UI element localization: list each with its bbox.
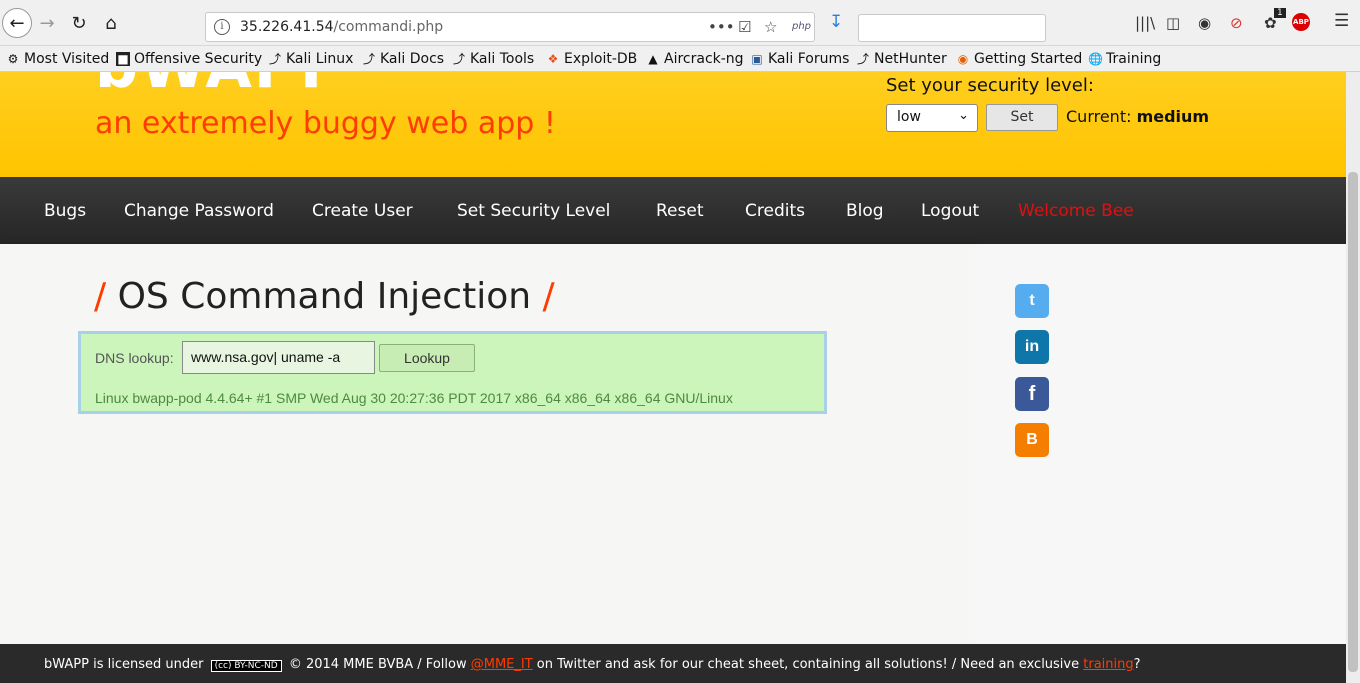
offsec-icon: ■ (116, 52, 130, 66)
notification-count: 1 (1274, 8, 1286, 18)
site-header: bWAPP an extremely buggy web app ! Set y… (0, 72, 1346, 177)
search-input[interactable] (858, 14, 1046, 42)
scrollbar[interactable] (1346, 72, 1360, 683)
lookup-button[interactable]: Lookup (379, 344, 475, 372)
main-content: / OS Command Injection / DNS lookup: www… (0, 244, 975, 644)
scrollbar-thumb[interactable] (1348, 172, 1358, 672)
pocket-icon[interactable]: ☑ (738, 18, 751, 36)
info-icon[interactable]: i (214, 19, 230, 35)
dns-lookup-form: DNS lookup: www.nsa.gov| uname -a Lookup… (78, 331, 827, 414)
bookmark-most-visited[interactable]: ⚙ Most Visited (6, 51, 110, 67)
bookmark-getting-started[interactable]: ◉ Getting Started (956, 51, 1083, 67)
globe-icon: 🌐 (1088, 52, 1103, 66)
twitter-icon[interactable]: t (1015, 284, 1049, 318)
forward-icon[interactable]: → (34, 10, 60, 36)
chevron-down-icon: ⌄ (958, 108, 969, 123)
logo[interactable]: bWAPP (95, 72, 346, 102)
menu-item-credits[interactable]: Credits (745, 201, 805, 221)
main-menu: Bugs Change Password Create User Set Sec… (0, 177, 1346, 244)
training-link[interactable]: training (1083, 657, 1133, 672)
footer-text: bWAPP is licensed under (cc) BY-NC-ND © … (44, 657, 1141, 672)
kali-icon: ⤴ (856, 52, 869, 66)
extension-icon[interactable]: ◉ (1198, 14, 1211, 32)
notification-icon[interactable]: ✿ 1 (1264, 8, 1286, 32)
bookmark-exploit-db[interactable]: ❖ Exploit-DB (546, 51, 638, 67)
bookmark-nethunter[interactable]: ⤴ NetHunter (856, 51, 947, 67)
library-icon[interactable]: |||\ (1135, 14, 1155, 32)
kali-icon: ⤴ (268, 52, 281, 66)
dns-lookup-label: DNS lookup: (95, 350, 174, 366)
bookmark-training[interactable]: 🌐 Training (1088, 51, 1161, 67)
exploitdb-icon: ❖ (547, 52, 559, 66)
aircrack-icon: ▲ (648, 52, 658, 66)
php-icon[interactable]: php (792, 21, 811, 32)
menu-icon[interactable]: ☰ (1334, 11, 1349, 31)
browser-toolbar: ← → ↻ ⌂ i 35.226.41.54/commandi.php ••• … (0, 0, 1360, 46)
url-bar[interactable]: i 35.226.41.54/commandi.php ••• ☑ ☆ php (205, 12, 815, 42)
site-footer: bWAPP is licensed under (cc) BY-NC-ND © … (0, 644, 1346, 683)
bookmark-kali-docs[interactable]: ⤴ Kali Docs (362, 51, 444, 67)
current-security-level: Current: medium (1066, 107, 1210, 126)
tagline: an extremely buggy web app ! (95, 106, 556, 141)
menu-item-logout[interactable]: Logout (921, 201, 979, 221)
bookmark-kali-linux[interactable]: ⤴ Kali Linux (268, 51, 353, 67)
menu-item-set-security-level[interactable]: Set Security Level (457, 201, 610, 221)
bookmark-offensive-security[interactable]: ■ Offensive Security (116, 51, 262, 67)
bookmark-aircrack-ng[interactable]: ▲ Aircrack-ng (646, 51, 743, 67)
welcome-text: Welcome Bee (1018, 201, 1134, 221)
kali-icon: ⤴ (362, 52, 375, 66)
gear-icon: ⚙ (7, 52, 19, 66)
facebook-icon[interactable]: f (1015, 377, 1049, 411)
command-output: Linux bwapp-pod 4.4.64+ #1 SMP Wed Aug 3… (95, 390, 733, 406)
download-icon[interactable]: ↧ (829, 12, 843, 32)
page-actions-icon[interactable]: ••• (708, 18, 735, 36)
bookmark-kali-forums[interactable]: ▣ Kali Forums (750, 51, 849, 67)
linkedin-icon[interactable]: in (1015, 330, 1049, 364)
firefox-icon: ◉ (957, 52, 969, 66)
bookmarks-bar: ⚙ Most Visited ■ Offensive Security ⤴ Kali … (0, 46, 1360, 72)
twitter-link[interactable]: @MME_IT (471, 657, 533, 672)
back-icon[interactable]: ← (2, 8, 32, 38)
dns-lookup-input[interactable]: www.nsa.gov| uname -a (182, 341, 375, 374)
url-text[interactable]: 35.226.41.54/commandi.php (240, 19, 443, 35)
adblock-icon[interactable]: ABP (1292, 13, 1310, 31)
sidebar-icon[interactable]: ◫ (1166, 14, 1180, 32)
forums-icon: ▣ (751, 52, 763, 66)
blogger-icon[interactable]: B (1015, 423, 1049, 457)
cc-license-badge[interactable]: (cc) BY-NC-ND (210, 660, 282, 672)
menu-item-bugs[interactable]: Bugs (44, 201, 86, 221)
menu-item-blog[interactable]: Blog (846, 201, 884, 221)
reload-icon[interactable]: ↻ (66, 10, 92, 36)
menu-item-change-password[interactable]: Change Password (124, 201, 274, 221)
page-title: / OS Command Injection / (94, 276, 555, 317)
bookmark-kali-tools[interactable]: ⤴ Kali Tools (452, 51, 534, 67)
home-icon[interactable]: ⌂ (98, 10, 124, 36)
security-level-label: Set your security level: (886, 75, 1094, 96)
block-icon[interactable]: ⊘ (1230, 14, 1243, 32)
set-button[interactable]: Set (986, 104, 1058, 131)
security-level-select[interactable]: low ⌄ (886, 104, 978, 132)
kali-icon: ⤴ (452, 52, 465, 66)
menu-item-reset[interactable]: Reset (656, 201, 704, 221)
bookmark-star-icon[interactable]: ☆ (764, 18, 777, 36)
menu-item-create-user[interactable]: Create User (312, 201, 413, 221)
